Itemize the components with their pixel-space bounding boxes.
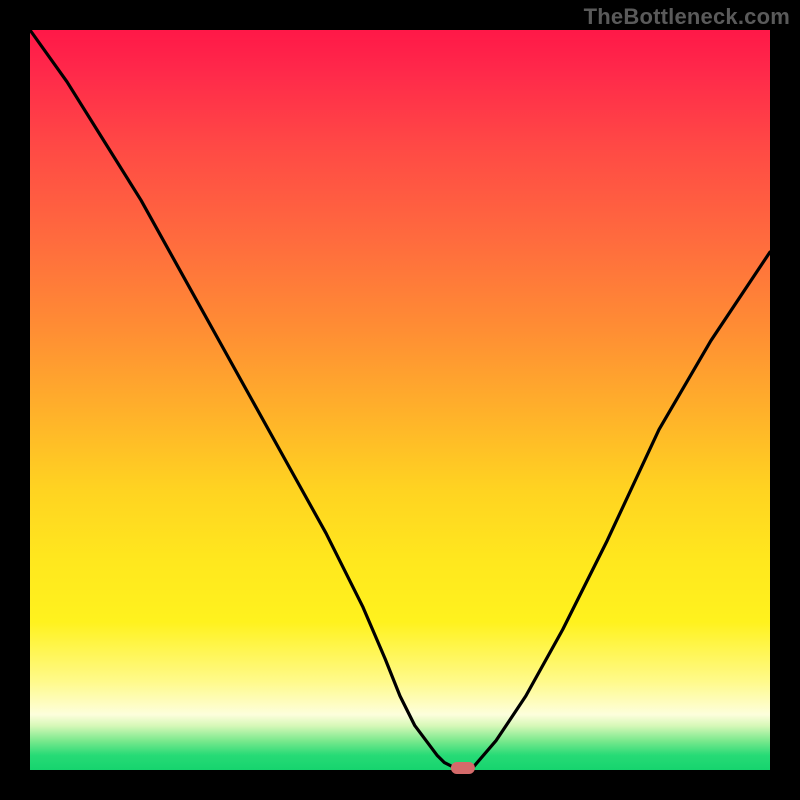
plot-area	[30, 30, 770, 770]
optimum-marker	[451, 762, 475, 774]
bottleneck-curve-path	[30, 30, 770, 770]
curve-layer	[30, 30, 770, 770]
watermark-text: TheBottleneck.com	[584, 4, 790, 30]
chart-frame: TheBottleneck.com	[0, 0, 800, 800]
